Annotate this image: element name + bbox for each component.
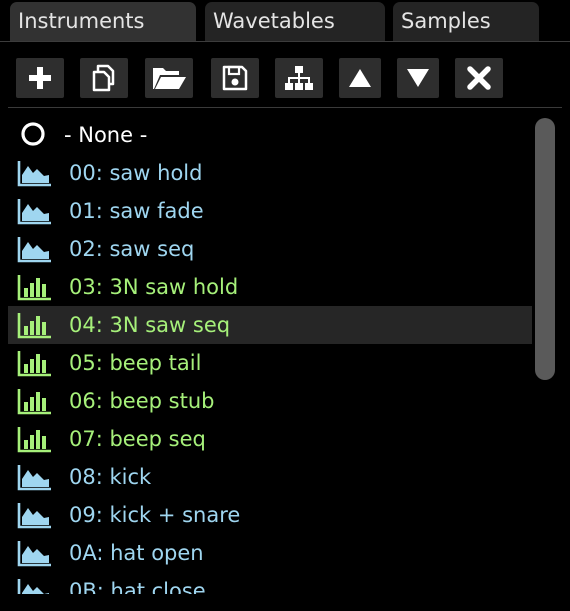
- save-button[interactable]: [211, 58, 259, 98]
- toolbar-divider: [8, 107, 562, 108]
- list-item[interactable]: 02: saw seq: [8, 230, 532, 268]
- list-item-label: 0B: hat close: [69, 579, 206, 594]
- list-item[interactable]: 06: beep stub: [8, 382, 532, 420]
- list-item[interactable]: 01: saw fade: [8, 192, 532, 230]
- list-item[interactable]: 09: kick + snare: [8, 496, 532, 534]
- wave-icon: [16, 197, 54, 225]
- tab-samples-label: Samples: [401, 9, 491, 33]
- list-item-label: 0A: hat open: [69, 541, 204, 565]
- hierarchy-button[interactable]: [275, 58, 323, 98]
- list-item[interactable]: 0B: hat close: [8, 572, 532, 594]
- list-item-label: 05: beep tail: [69, 351, 202, 375]
- wave-icon: [16, 539, 54, 567]
- add-button[interactable]: [16, 58, 64, 98]
- floppy-disk-icon: [222, 65, 248, 91]
- list-scrollbar[interactable]: [535, 118, 555, 380]
- folder-open-icon: [153, 68, 186, 89]
- x-icon: [467, 66, 491, 90]
- triangle-up-icon: [349, 69, 371, 87]
- tab-samples[interactable]: Samples: [393, 2, 539, 41]
- bars-icon: [16, 349, 54, 377]
- instrument-list[interactable]: - None - 00: saw hold 01: saw fade 02: saw …: [8, 116, 532, 594]
- list-item[interactable]: 00: saw hold: [8, 154, 532, 192]
- move-down-button[interactable]: [397, 58, 439, 98]
- tab-bar: Instruments Wavetables Samples: [0, 0, 570, 42]
- list-item[interactable]: 07: beep seq: [8, 420, 532, 458]
- list-item[interactable]: - None -: [8, 116, 532, 154]
- list-item-label: 03: 3N saw hold: [69, 275, 239, 299]
- bars-icon: [16, 273, 54, 301]
- list-item[interactable]: 04: 3N saw seq: [8, 306, 532, 344]
- circle-icon: [16, 121, 54, 149]
- triangle-down-icon: [407, 69, 429, 87]
- list-item-label: 09: kick + snare: [69, 503, 241, 527]
- clone-icon: [92, 64, 115, 92]
- list-item-label: 04: 3N saw seq: [69, 313, 231, 337]
- wave-icon: [16, 501, 54, 529]
- list-item[interactable]: 05: beep tail: [8, 344, 532, 382]
- plus-icon: [29, 67, 51, 89]
- bars-icon: [16, 311, 54, 339]
- list-item-label: 06: beep stub: [69, 389, 215, 413]
- list-item-label: 08: kick: [69, 465, 152, 489]
- tab-instruments-label: Instruments: [18, 9, 145, 33]
- tab-wavetables[interactable]: Wavetables: [205, 2, 385, 41]
- wave-icon: [16, 159, 54, 187]
- bars-icon: [16, 425, 54, 453]
- wave-icon: [16, 463, 54, 491]
- list-item-label: 02: saw seq: [69, 237, 195, 261]
- tab-wavetables-label: Wavetables: [213, 9, 335, 33]
- list-item-label: 00: saw hold: [69, 161, 203, 185]
- wave-icon: [16, 577, 54, 594]
- sitemap-icon: [285, 66, 313, 90]
- list-item[interactable]: 08: kick: [8, 458, 532, 496]
- list-item[interactable]: 0A: hat open: [8, 534, 532, 572]
- list-item-label: 07: beep seq: [69, 427, 206, 451]
- toolbar: [0, 56, 570, 100]
- bars-icon: [16, 387, 54, 415]
- list-item[interactable]: 03: 3N saw hold: [8, 268, 532, 306]
- wave-icon: [16, 235, 54, 263]
- list-item-label: - None -: [64, 123, 148, 147]
- open-button[interactable]: [145, 58, 193, 98]
- list-item-label: 01: saw fade: [69, 199, 204, 223]
- delete-button[interactable]: [455, 58, 503, 98]
- duplicate-button[interactable]: [80, 58, 128, 98]
- move-up-button[interactable]: [339, 58, 381, 98]
- tab-instruments[interactable]: Instruments: [10, 2, 196, 41]
